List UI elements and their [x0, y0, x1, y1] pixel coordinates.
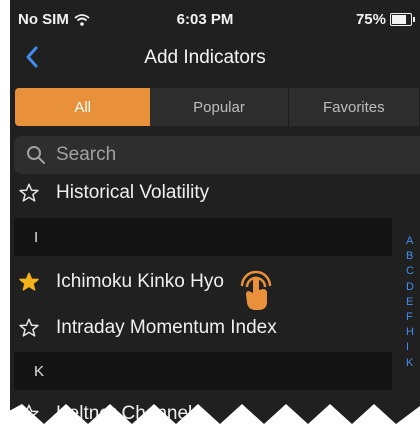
list-item-ichimoku[interactable]: Ichimoku Kinko Hyo: [10, 262, 410, 302]
section-letter: K: [34, 362, 45, 380]
index-letter[interactable]: H: [406, 325, 420, 340]
status-right: 75%: [355, 11, 415, 28]
list-item-intraday-momentum[interactable]: Intraday Momentum Index: [10, 308, 410, 348]
section-header-k: K: [14, 352, 392, 390]
search-bar: [14, 136, 420, 174]
search-input[interactable]: [54, 143, 398, 167]
index-letter[interactable]: E: [406, 295, 420, 310]
index-letter[interactable]: A: [406, 234, 420, 249]
page-title: Add Indicators: [144, 47, 266, 68]
index-letter[interactable]: I: [406, 340, 420, 355]
status-bar: No SIM 6:03 PM 75%: [10, 0, 420, 38]
list-item-label: Intraday Momentum Index: [56, 317, 277, 338]
torn-edge-decoration: [0, 404, 420, 428]
battery-icon: [390, 13, 415, 26]
index-letter[interactable]: B: [406, 249, 420, 264]
status-time: 6:03 PM: [176, 11, 234, 28]
section-letter: I: [34, 228, 39, 246]
index-letter[interactable]: F: [406, 310, 420, 325]
filter-tabs: All Popular Favorites: [15, 88, 420, 126]
search-icon: [27, 146, 45, 164]
app-screen: No SIM 6:03 PM 75% Add Indicators All Po…: [10, 0, 420, 428]
alphabet-index[interactable]: A B C D E F H I K: [406, 234, 420, 371]
tap-gesture-icon: [240, 270, 272, 310]
star-outline-icon[interactable]: [18, 317, 40, 339]
section-header-i: I: [14, 218, 392, 256]
tab-favorites[interactable]: Favorites: [289, 88, 420, 126]
tab-popular[interactable]: Popular: [150, 88, 289, 126]
list-item-label: Ichimoku Kinko Hyo: [56, 271, 224, 292]
tab-all[interactable]: All: [15, 88, 151, 126]
index-letter[interactable]: D: [406, 280, 420, 295]
battery-percent: 75%: [355, 11, 386, 28]
star-filled-icon[interactable]: [18, 271, 40, 293]
index-letter[interactable]: C: [406, 264, 420, 279]
star-outline-icon[interactable]: [18, 182, 40, 204]
index-letter[interactable]: K: [406, 356, 420, 371]
nav-bar: Add Indicators: [10, 38, 420, 78]
list-item-historical-volatility[interactable]: Historical Volatility: [10, 173, 410, 213]
list-item-label: Historical Volatility: [56, 182, 210, 203]
